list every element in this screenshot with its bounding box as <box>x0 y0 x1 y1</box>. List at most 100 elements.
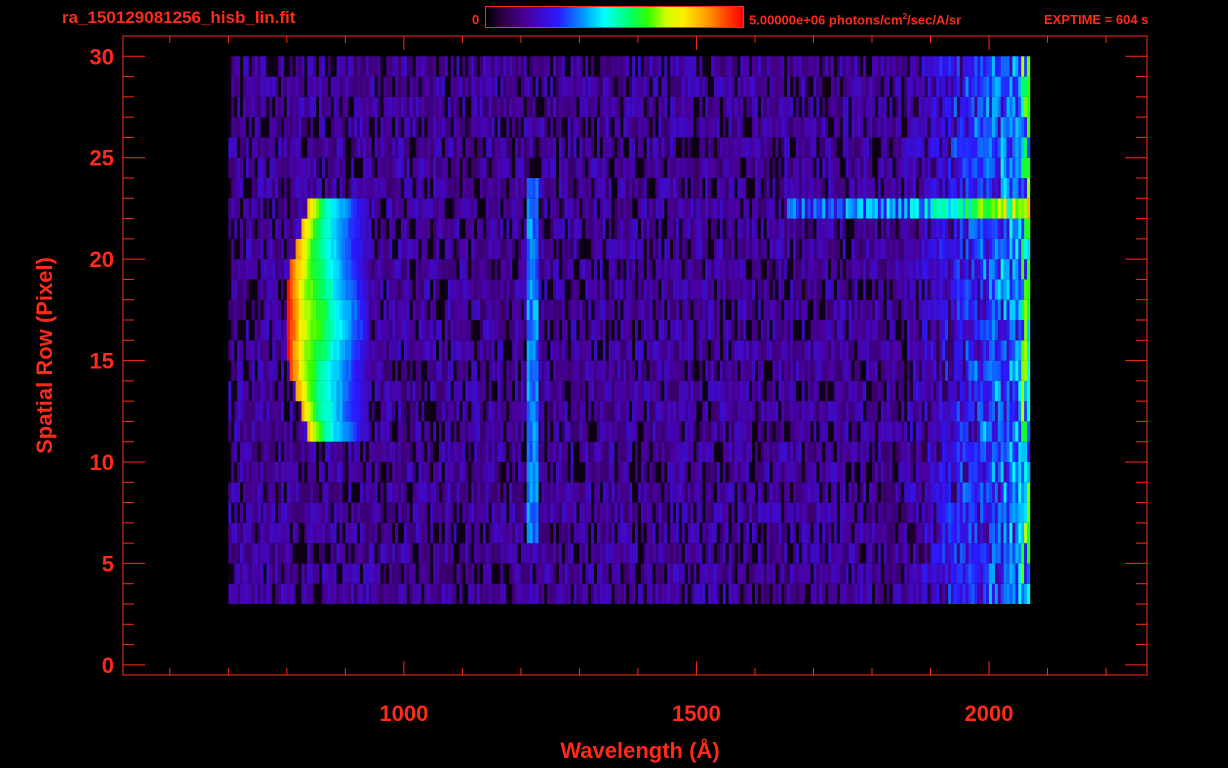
heatmap-cell <box>368 380 372 402</box>
heatmap-cell <box>482 320 487 341</box>
heatmap-cell <box>316 238 320 260</box>
heatmap-cell <box>479 502 484 523</box>
heatmap-cell <box>772 421 776 442</box>
heatmap-cell <box>500 279 504 300</box>
heatmap-cell <box>728 421 732 442</box>
heatmap-cell <box>541 482 545 503</box>
heatmap-cell <box>333 320 337 341</box>
heatmap-cell <box>1012 441 1016 462</box>
heatmap-cell <box>866 401 870 422</box>
heatmap-cell <box>269 360 273 381</box>
heatmap-cell <box>351 522 355 544</box>
heatmap-cell <box>956 401 960 422</box>
heatmap-cell <box>570 563 574 584</box>
heatmap-cell <box>743 563 747 584</box>
heatmap-cell <box>673 583 677 604</box>
heatmap-cell <box>655 441 659 462</box>
heatmap-cell <box>234 340 238 361</box>
heatmap-cell <box>556 238 560 260</box>
heatmap-cell <box>798 563 802 584</box>
heatmap-cell <box>734 462 738 483</box>
heatmap-cell <box>321 563 326 584</box>
heatmap-cell <box>245 522 250 544</box>
heatmap-cell <box>637 441 642 462</box>
heatmap-cell <box>371 340 375 361</box>
heatmap-cell <box>313 218 317 239</box>
heatmap-cell <box>640 299 645 320</box>
heatmap-cell <box>760 299 764 320</box>
heatmap-cell <box>538 441 542 462</box>
heatmap-cell <box>547 441 551 462</box>
heatmap-cell <box>532 259 536 280</box>
heatmap-cell <box>520 563 525 584</box>
heatmap-cell <box>362 462 367 483</box>
heatmap-cell <box>436 238 440 260</box>
heatmap-cell <box>696 259 700 280</box>
heatmap-cell <box>547 502 551 523</box>
heatmap-cell <box>237 502 241 523</box>
heatmap-cell <box>339 482 343 503</box>
heatmap-cell <box>676 421 680 442</box>
heatmap-cell <box>874 482 879 503</box>
heatmap-cell <box>234 360 238 381</box>
heatmap-cell <box>971 543 975 564</box>
heatmap-cell <box>719 238 723 260</box>
heatmap-cell <box>398 401 402 422</box>
heatmap-cell <box>997 380 1001 402</box>
heatmap-cell <box>316 482 320 503</box>
heatmap-cell <box>640 401 645 422</box>
heatmap-cell <box>602 360 606 381</box>
heatmap-cell <box>910 320 914 341</box>
heatmap-cell <box>696 502 700 523</box>
heatmap-cell <box>965 583 969 604</box>
heatmap-cell <box>936 259 940 280</box>
heatmap-cell <box>348 401 352 422</box>
heatmap-cell <box>295 279 299 300</box>
heatmap-cell <box>965 543 969 564</box>
heatmap-cell <box>708 320 712 341</box>
heatmap-cell <box>845 502 849 523</box>
heatmap-cell <box>240 583 244 604</box>
heatmap-cell <box>263 401 267 422</box>
heatmap-cell <box>810 482 814 503</box>
heatmap-cell <box>433 401 437 422</box>
heatmap-cell <box>690 401 694 422</box>
heatmap-cell <box>649 238 653 260</box>
heatmap-cell <box>623 441 627 462</box>
heatmap-cell <box>371 380 375 402</box>
heatmap-cell <box>597 482 601 503</box>
heatmap-cell <box>240 522 244 544</box>
heatmap-cell <box>839 238 843 260</box>
heatmap-cell <box>515 401 519 422</box>
heatmap-cell <box>579 279 583 300</box>
heatmap-cell <box>441 482 446 503</box>
heatmap-cell <box>816 502 820 523</box>
heatmap-cell <box>482 380 487 402</box>
heatmap-cell <box>518 320 522 341</box>
heatmap-cell <box>716 238 721 260</box>
heatmap-cell <box>374 360 378 381</box>
heatmap-cell <box>269 259 273 280</box>
heatmap-cell <box>520 583 525 604</box>
heatmap-cell <box>567 543 571 564</box>
heatmap-cell <box>409 441 413 462</box>
heatmap-cell <box>989 380 993 402</box>
heatmap-cell <box>883 340 887 361</box>
heatmap-cell <box>389 441 393 462</box>
heatmap-cell <box>553 543 557 564</box>
heatmap-cell <box>570 360 574 381</box>
heatmap-cell <box>357 462 361 483</box>
heatmap-cell <box>860 502 864 523</box>
heatmap-cell <box>479 279 484 300</box>
heatmap-cell <box>398 380 402 402</box>
heatmap-cell <box>866 360 870 381</box>
heatmap-cell <box>310 462 314 483</box>
heatmap-cell <box>544 543 548 564</box>
heatmap-cell <box>570 543 574 564</box>
heatmap-cell <box>1015 502 1019 523</box>
heatmap-cell <box>298 279 302 300</box>
heatmap-cell <box>234 583 238 604</box>
heatmap-cell <box>898 563 902 584</box>
heatmap-cell <box>889 522 893 544</box>
heatmap-cell <box>655 482 659 503</box>
